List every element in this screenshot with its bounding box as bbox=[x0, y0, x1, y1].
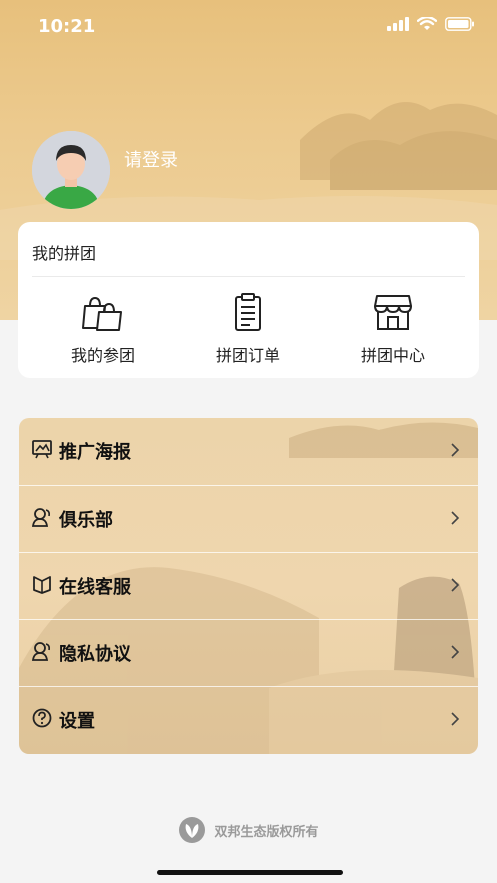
menu-item-label: 俱乐部 bbox=[59, 510, 113, 531]
divider bbox=[32, 276, 465, 277]
menu-item-poster[interactable]: 推广海报 bbox=[19, 418, 478, 485]
chevron-right-icon bbox=[451, 712, 460, 726]
user-avatar-icon bbox=[32, 131, 110, 209]
my-group-card: 我的拼团 我的参团 拼团订单 拼团中心 bbox=[18, 222, 479, 378]
login-link[interactable]: 请登录 bbox=[124, 146, 178, 172]
status-bar: 10:21 bbox=[0, 0, 497, 56]
menu-item-privacy[interactable]: 隐私协议 bbox=[19, 620, 478, 687]
group-card-title: 我的拼团 bbox=[32, 244, 97, 263]
chevron-right-icon bbox=[451, 578, 460, 592]
menu-card: 推广海报 俱乐部 在线客服 隐私协议 设置 bbox=[19, 418, 478, 754]
home-indicator[interactable] bbox=[157, 870, 343, 875]
status-time: 10:21 bbox=[38, 16, 96, 37]
group-item-label: 拼团中心 bbox=[360, 346, 425, 365]
chevron-right-icon bbox=[451, 645, 460, 659]
privacy-icon bbox=[31, 642, 50, 661]
menu-item-label: 设置 bbox=[59, 711, 95, 732]
menu-item-label: 推广海报 bbox=[59, 442, 131, 463]
help-circle-icon bbox=[32, 708, 52, 728]
menu-item-club[interactable]: 俱乐部 bbox=[19, 486, 478, 553]
customer-service-icon bbox=[33, 576, 51, 594]
menu-item-customer-service[interactable]: 在线客服 bbox=[19, 553, 478, 620]
shopping-bags-icon bbox=[82, 296, 122, 331]
my-joined-groups-button[interactable]: 我的参团 bbox=[43, 290, 163, 368]
group-item-label: 拼团订单 bbox=[215, 346, 280, 365]
menu-item-label: 隐私协议 bbox=[59, 644, 131, 665]
copyright-text: 双邦生态版权所有 bbox=[214, 824, 319, 840]
status-icons bbox=[387, 17, 475, 31]
clipboard-icon bbox=[235, 293, 261, 331]
group-orders-button[interactable]: 拼团订单 bbox=[188, 290, 308, 368]
chevron-right-icon bbox=[451, 511, 460, 525]
battery-icon bbox=[445, 17, 474, 31]
group-item-label: 我的参团 bbox=[70, 346, 135, 365]
chevron-right-icon bbox=[451, 443, 460, 457]
footer: 双邦生态版权所有 bbox=[0, 816, 497, 844]
menu-item-label: 在线客服 bbox=[59, 577, 131, 598]
poster-icon bbox=[32, 440, 52, 459]
wifi-icon bbox=[417, 17, 437, 30]
signal-icon bbox=[387, 17, 409, 31]
avatar[interactable] bbox=[32, 131, 110, 209]
brand-logo-icon bbox=[179, 817, 206, 843]
store-icon bbox=[374, 295, 412, 330]
group-center-button[interactable]: 拼团中心 bbox=[333, 290, 453, 368]
menu-item-settings[interactable]: 设置 bbox=[19, 687, 478, 754]
club-icon bbox=[31, 508, 50, 527]
